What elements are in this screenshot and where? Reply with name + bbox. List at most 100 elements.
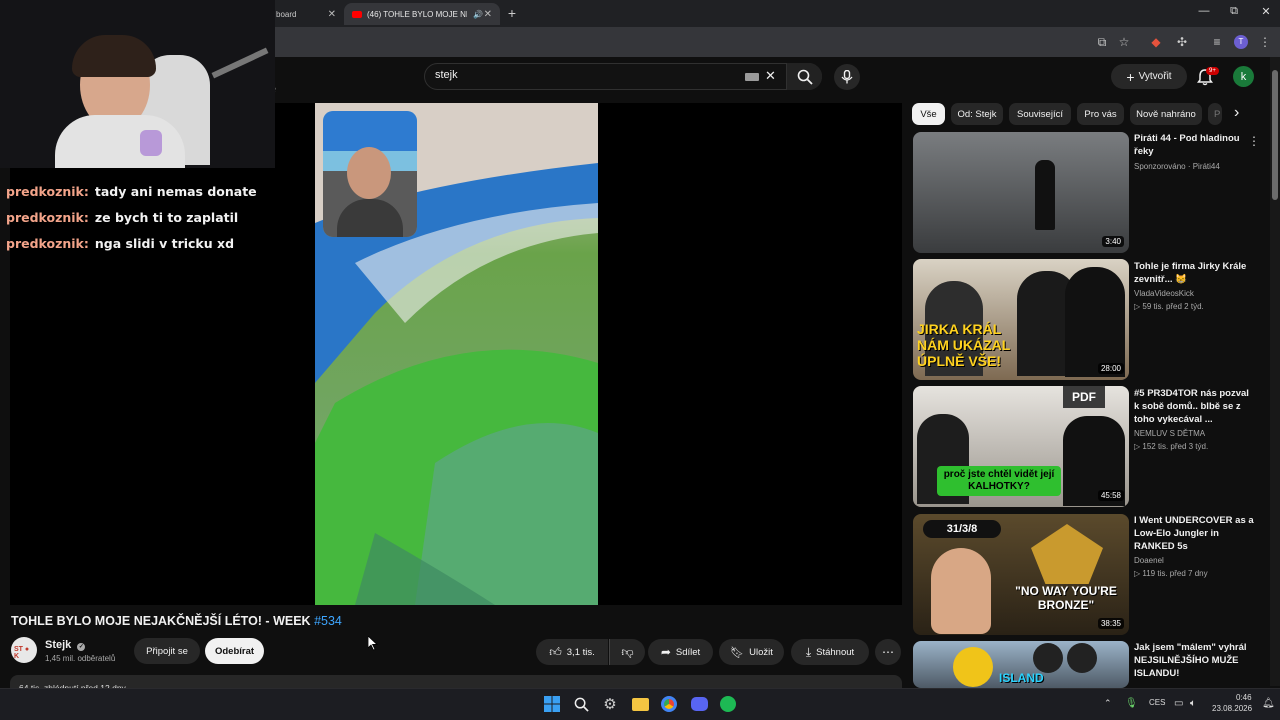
subscriber-count: 1,45 mil. odběratelů [45, 654, 116, 663]
new-tab-button[interactable]: + [504, 5, 520, 21]
bookmark-star-icon[interactable]: ☆ [1117, 35, 1131, 49]
chip-recently-uploaded[interactable]: Nově nahráno [1130, 103, 1202, 125]
chrome-icon[interactable] [659, 694, 679, 714]
profile-avatar-icon[interactable]: T [1234, 35, 1248, 49]
recommendation-thumbnail[interactable]: JIRKA KRÁL NÁM UKÁZAL ÚPLNĚ VŠE! 28:00 [913, 259, 1129, 380]
scrollbar-thumb[interactable] [1272, 70, 1278, 200]
taskbar-search-icon[interactable] [571, 694, 591, 714]
recommendation-meta: ▷ 119 tis. před 7 dny [1134, 569, 1208, 578]
recommendation-thumbnail[interactable]: PDF proč jste chtěl vidět její KALHOTKY?… [913, 386, 1129, 507]
media-control-icon[interactable]: ≡ [1210, 35, 1224, 49]
settings-gear-icon[interactable]: ⚙ [600, 694, 620, 714]
chat-text: nga slidi v tricku xd [94, 236, 235, 251]
discord-icon[interactable] [689, 694, 709, 714]
download-label: Stáhnout [816, 646, 855, 658]
chat-username: predkoznik: [6, 210, 89, 225]
volume-icon[interactable]: 🔈︎ [1190, 698, 1196, 709]
video-title-text: TOHLE BYLO MOJE NEJAKČNĚJŠÍ LÉTO! - WEEK [11, 614, 311, 628]
plus-icon: + [1126, 68, 1135, 85]
extensions-puzzle-icon[interactable]: ✣ [1175, 35, 1189, 49]
hashtag-link[interactable]: #534 [314, 614, 342, 628]
join-button[interactable]: Připojit se [134, 638, 200, 664]
recommendation-meta: ▷ 152 tis. před 3 týd. [1134, 442, 1209, 451]
chat-message: predkoznik: tady ani nemas donate [6, 184, 257, 199]
chip-related[interactable]: Související [1009, 103, 1071, 125]
recommendation-channel[interactable]: NEMLUV S DĚTMA [1134, 429, 1205, 438]
thumbnail-score: 31/3/8 [923, 520, 1001, 538]
chevron-right-icon[interactable]: › [1234, 104, 1239, 122]
share-arrow-icon: ➦ [660, 645, 671, 659]
recommendation-thumbnail[interactable]: 31/3/8 "NO WAY YOU'RE BRONZE" 38:35 [913, 514, 1129, 635]
chat-message: predkoznik: ze bych ti to zaplatil [6, 210, 238, 225]
tab-label: (46) TOHLE BYLO MOJE NE [367, 9, 467, 19]
notification-count-badge: 9+ [1206, 67, 1219, 75]
recommendation-title[interactable]: Jak jsem "málem" vyhrál NEJSILNĚJŠÍHO MU… [1134, 641, 1254, 680]
windows-start-icon[interactable] [542, 694, 562, 714]
close-window-button[interactable]: ✕ [1251, 5, 1280, 18]
thumbnail-text: "NO WAY YOU'RE BRONZE" [1015, 584, 1117, 612]
channel-name[interactable]: Stejk ✓ [45, 639, 86, 651]
menu-kebab-icon[interactable]: ⋮ [1258, 35, 1272, 49]
chip-for-you[interactable]: Pro vás [1077, 103, 1124, 125]
video-title: TOHLE BYLO MOJE NEJAKČNĚJŠÍ LÉTO! - WEEK… [11, 614, 342, 628]
recommendation-thumbnail[interactable]: 3:40 [913, 132, 1129, 253]
chip-from-channel[interactable]: Od: Stejk [951, 103, 1003, 125]
channel-logo-icon: ST ● K [14, 646, 30, 660]
recommendation-title[interactable]: Piráti 44 - Pod hladinou řeky [1134, 132, 1254, 158]
search-box[interactable]: ✕ [424, 63, 822, 90]
tray-chevron-up-icon[interactable]: ⌃ [1104, 698, 1112, 709]
search-input[interactable] [435, 69, 735, 81]
subscribe-button[interactable]: Odebírat [205, 638, 264, 664]
thumbnail-text: proč jste chtěl vidět její KALHOTKY? [937, 466, 1061, 496]
file-explorer-icon[interactable] [630, 694, 650, 714]
more-horizontal-icon: ⋯ [882, 645, 894, 659]
like-button[interactable]: 👍︎ 3,1 tis. [536, 639, 608, 665]
voice-search-button[interactable] [834, 64, 860, 90]
spotify-icon[interactable] [718, 694, 738, 714]
recommendation-channel[interactable]: VladaVideosKick [1134, 289, 1194, 298]
clear-search-icon[interactable]: ✕ [765, 68, 776, 84]
verified-check-icon: ✓ [77, 643, 86, 651]
maximize-button[interactable]: ⧉ [1219, 5, 1249, 18]
minimize-button[interactable]: — [1189, 5, 1219, 17]
recommendation-channel[interactable]: Doaenel [1134, 556, 1164, 565]
install-icon[interactable]: ⧉ [1095, 35, 1109, 49]
recommendation-channel[interactable]: Sponzorováno · Piráti44 [1134, 162, 1220, 171]
chat-text: ze bych ti to zaplatil [94, 210, 239, 225]
close-icon[interactable]: ✕ [328, 9, 336, 20]
clock-time[interactable]: 0:46 [1236, 693, 1252, 702]
tab-board[interactable]: board ✕ [268, 3, 344, 25]
tray-mic-icon[interactable]: 🎙︎ [1125, 698, 1138, 709]
recommendation-thumbnail[interactable]: ISLAND [913, 641, 1129, 688]
create-label: Vytvořit [1138, 71, 1172, 82]
network-icon[interactable]: ▭ [1174, 698, 1183, 709]
keyboard-language[interactable]: CES [1149, 698, 1165, 707]
share-button[interactable]: ➦ Sdílet [648, 639, 713, 665]
create-button[interactable]: + Vytvořit [1111, 64, 1187, 89]
thumbs-down-icon: 👎︎ [621, 644, 634, 659]
recommendation-title[interactable]: Tohle je firma Jirky Krále zevnitř... 😸 [1134, 260, 1254, 286]
tab-youtube[interactable]: (46) TOHLE BYLO MOJE NE 🔊 ✕ [344, 3, 500, 25]
dislike-button[interactable]: 👎︎ [609, 639, 645, 665]
clock-date[interactable]: 23.08.2026 [1212, 704, 1252, 713]
close-icon[interactable]: ✕ [484, 9, 492, 20]
video-frame[interactable] [315, 103, 598, 605]
keyboard-icon[interactable] [745, 73, 759, 81]
download-button[interactable]: ⤓ Stáhnout [791, 639, 869, 665]
chip-all[interactable]: Vše [912, 103, 945, 125]
recommendation-title[interactable]: #5 PR3D4TOR nás pozval k sobě domů.. blb… [1134, 387, 1254, 426]
extension-shield-icon[interactable]: ◆ [1149, 35, 1163, 49]
recommendation-title[interactable]: I Went UNDERCOVER as a Low-Elo Jungler i… [1134, 514, 1254, 553]
chip-partial[interactable]: P [1208, 103, 1222, 125]
save-button[interactable]: 🔖︎ Uložit [719, 639, 784, 665]
notifications-icon[interactable]: 🔔︎ [1262, 698, 1275, 709]
account-avatar[interactable]: k [1233, 66, 1254, 87]
channel-avatar[interactable]: ST ● K [11, 637, 37, 663]
search-button[interactable] [786, 63, 822, 90]
more-vertical-icon[interactable]: ⋮ [1248, 134, 1260, 148]
more-actions-button[interactable]: ⋯ [875, 639, 901, 665]
like-count: 3,1 tis. [566, 646, 595, 658]
speaker-icon[interactable]: 🔊 [473, 10, 483, 19]
streamer-shirt [55, 115, 185, 168]
chat-username: predkoznik: [6, 236, 89, 251]
